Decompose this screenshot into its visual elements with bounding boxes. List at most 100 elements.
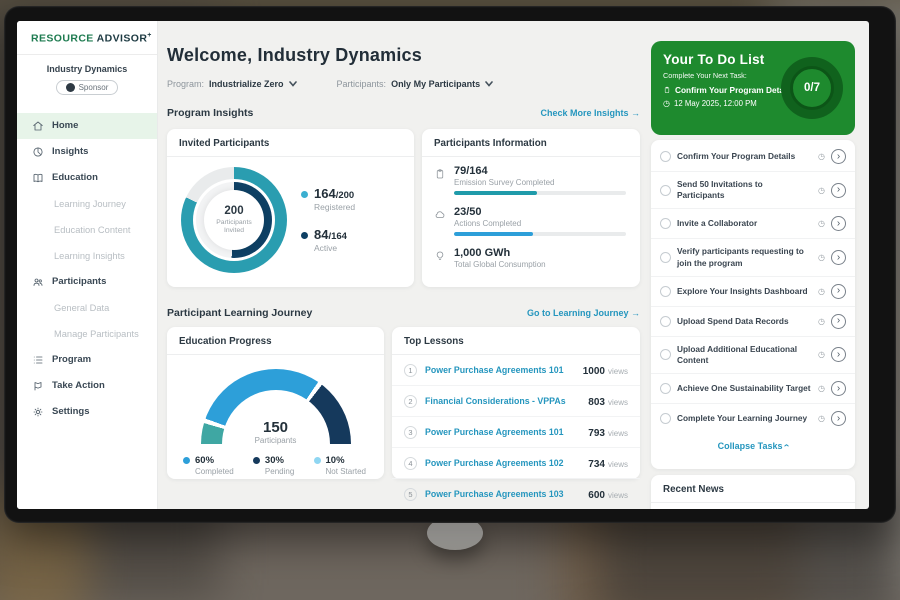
sidebar-item-home[interactable]: Home bbox=[17, 113, 157, 139]
task-go-button[interactable]: › bbox=[831, 183, 846, 198]
legend-dot bbox=[301, 232, 308, 239]
lesson-row[interactable]: 1 Power Purchase Agreements 101 1000view… bbox=[392, 355, 640, 386]
clock-icon: ◷ bbox=[818, 414, 825, 423]
sidebar-item-general-data[interactable]: General Data bbox=[17, 295, 157, 321]
todo-progress-value: 0/7 bbox=[804, 82, 820, 94]
task-checkbox[interactable] bbox=[660, 413, 671, 424]
education-gauge: 150 Participants bbox=[201, 369, 351, 445]
lesson-row[interactable]: 3 Power Purchase Agreements 101 793views bbox=[392, 417, 640, 448]
task-checkbox[interactable] bbox=[660, 151, 671, 162]
clock-icon: ◷ bbox=[818, 287, 825, 296]
lesson-link[interactable]: Power Purchase Agreements 101 bbox=[425, 365, 575, 375]
sidebar-item-settings[interactable]: Settings bbox=[17, 399, 157, 425]
sponsor-badge-label: Sponsor bbox=[79, 83, 109, 92]
card-title: Top Lessons bbox=[392, 327, 640, 355]
task-row[interactable]: Explore Your Insights Dashboard ◷ › bbox=[651, 277, 855, 307]
sidebar-item-learning-journey[interactable]: Learning Journey bbox=[17, 191, 157, 217]
rank-badge: 5 bbox=[404, 488, 417, 501]
task-go-button[interactable]: › bbox=[831, 250, 846, 265]
task-checkbox[interactable] bbox=[660, 185, 671, 196]
brand-logo: RESOURCE ADVISOR+ bbox=[17, 21, 157, 45]
card-title: Participants Information bbox=[422, 129, 640, 157]
sidebar-item-education-content[interactable]: Education Content bbox=[17, 217, 157, 243]
task-row[interactable]: Invite a Collaborator ◷ › bbox=[651, 209, 855, 239]
task-go-button[interactable]: › bbox=[831, 149, 846, 164]
invited-center-value: 200 bbox=[224, 205, 243, 217]
sidebar-item-participants[interactable]: Participants bbox=[17, 269, 157, 295]
legend-pending: 30%Pending bbox=[253, 455, 294, 476]
task-go-button[interactable]: › bbox=[831, 411, 846, 426]
top-lessons-card: Top Lessons 1 Power Purchase Agreements … bbox=[392, 327, 640, 479]
card-title: Education Progress bbox=[167, 327, 384, 355]
brand-secondary: ADVISOR bbox=[97, 33, 148, 45]
sidebar-item-learning-insights[interactable]: Learning Insights bbox=[17, 243, 157, 269]
program-filter-value: Industrialize Zero bbox=[209, 79, 284, 89]
task-checkbox[interactable] bbox=[660, 218, 671, 229]
task-go-button[interactable]: › bbox=[831, 314, 846, 329]
program-filter[interactable]: Program: Industrialize Zero bbox=[167, 79, 297, 89]
legend-not-started: 10%Not Started bbox=[314, 455, 366, 476]
lesson-link[interactable]: Financial Considerations - VPPAs bbox=[425, 396, 580, 406]
task-row[interactable]: Upload Spend Data Records ◷ › bbox=[651, 307, 855, 337]
lesson-link[interactable]: Power Purchase Agreements 103 bbox=[425, 489, 580, 499]
lesson-row[interactable]: 4 Power Purchase Agreements 102 734views bbox=[392, 448, 640, 479]
todo-progress-ring: 0/7 bbox=[781, 57, 843, 119]
lesson-link[interactable]: Power Purchase Agreements 102 bbox=[425, 458, 580, 468]
task-checkbox[interactable] bbox=[660, 316, 671, 327]
sponsor-badge: Sponsor bbox=[56, 80, 119, 95]
collapse-tasks-link[interactable]: Collapse Tasks › bbox=[651, 433, 855, 458]
check-more-insights-link[interactable]: Check More Insights → bbox=[540, 108, 640, 118]
task-row[interactable]: Complete Your Learning Journey ◷ › bbox=[651, 404, 855, 433]
clock-icon: ◷ bbox=[818, 350, 825, 359]
task-row[interactable]: Verify participants requesting to join t… bbox=[651, 239, 855, 276]
legend-dot bbox=[301, 191, 308, 198]
go-to-learning-journey-link[interactable]: Go to Learning Journey → bbox=[527, 308, 640, 318]
task-row[interactable]: Achieve One Sustainability Target ◷ › bbox=[651, 374, 855, 404]
task-go-button[interactable]: › bbox=[831, 381, 846, 396]
rank-badge: 3 bbox=[404, 426, 417, 439]
participants-filter-label: Participants: bbox=[337, 79, 387, 89]
lesson-link[interactable]: Power Purchase Agreements 101 bbox=[425, 427, 580, 437]
sidebar-item-label: Learning Journey bbox=[54, 199, 126, 209]
task-checkbox[interactable] bbox=[660, 286, 671, 297]
participants-icon bbox=[32, 276, 44, 288]
lesson-row[interactable]: 5 Power Purchase Agreements 103 600views bbox=[392, 479, 640, 509]
task-checkbox[interactable] bbox=[660, 349, 671, 360]
sidebar-item-label: Take Action bbox=[52, 380, 105, 391]
survey-icon bbox=[434, 168, 446, 180]
sidebar: RESOURCE ADVISOR+ Industry Dynamics Spon… bbox=[17, 21, 158, 509]
actions-icon bbox=[434, 209, 446, 221]
invited-donut-gap: 200 Participants Invited bbox=[193, 179, 275, 261]
sidebar-item-education[interactable]: Education bbox=[17, 165, 157, 191]
sidebar-item-label: Education bbox=[52, 172, 98, 183]
brand-plus: + bbox=[147, 32, 152, 39]
participants-filter[interactable]: Participants: Only My Participants bbox=[337, 79, 494, 89]
org-name: Industry Dynamics bbox=[17, 64, 157, 74]
page-title: Welcome, Industry Dynamics bbox=[167, 45, 422, 66]
sidebar-item-manage-participants[interactable]: Manage Participants bbox=[17, 321, 157, 347]
task-go-button[interactable]: › bbox=[831, 347, 846, 362]
todo-panel: Your To Do List Complete Your Next Task:… bbox=[651, 41, 855, 135]
task-go-button[interactable]: › bbox=[831, 284, 846, 299]
lesson-row[interactable]: 2 Financial Considerations - VPPAs 803vi… bbox=[392, 386, 640, 417]
task-checkbox[interactable] bbox=[660, 383, 671, 394]
sidebar-item-label: Education Content bbox=[54, 225, 131, 235]
task-checkbox[interactable] bbox=[660, 252, 671, 263]
sidebar-item-take-action[interactable]: Take Action bbox=[17, 373, 157, 399]
sidebar-item-label: General Data bbox=[54, 303, 109, 313]
invited-participants-card: Invited Participants 200 Participants In… bbox=[167, 129, 414, 287]
learning-journey-title: Participant Learning Journey bbox=[167, 307, 312, 319]
legend-active: 84/164 Active bbox=[301, 228, 355, 253]
sidebar-item-insights[interactable]: Insights bbox=[17, 139, 157, 165]
clock-icon: ◷ bbox=[818, 152, 825, 161]
invited-donut-center: 200 Participants Invited bbox=[204, 190, 264, 250]
legend-dot bbox=[314, 457, 321, 464]
task-go-button[interactable]: › bbox=[831, 216, 846, 231]
clock-icon: ◷ bbox=[818, 384, 825, 393]
sidebar-item-program[interactable]: Program bbox=[17, 347, 157, 373]
task-row[interactable]: Confirm Your Program Details ◷ › bbox=[651, 142, 855, 172]
task-row[interactable]: Send 50 Invitations to Participants ◷ › bbox=[651, 172, 855, 209]
todo-tasks-card: Confirm Your Program Details ◷ › Send 50… bbox=[651, 140, 855, 469]
screen: RESOURCE ADVISOR+ Industry Dynamics Spon… bbox=[17, 21, 869, 509]
task-row[interactable]: Upload Additional Educational Content ◷ … bbox=[651, 337, 855, 374]
